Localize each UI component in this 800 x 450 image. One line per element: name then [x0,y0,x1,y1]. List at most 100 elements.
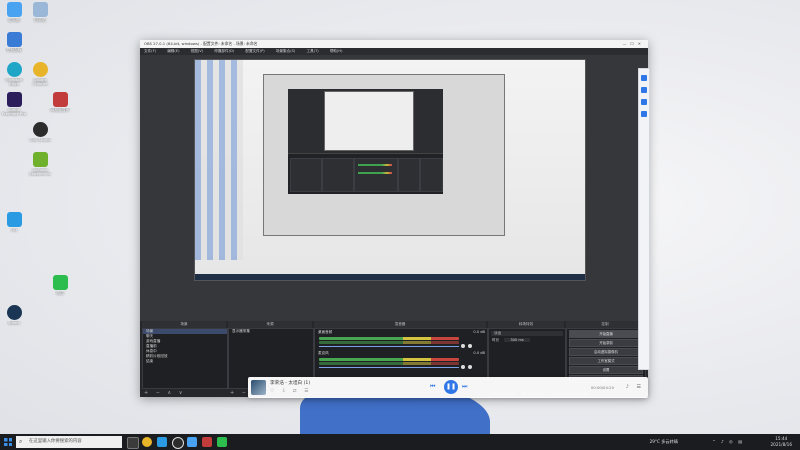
next-icon[interactable]: ⏭ [462,383,467,391]
scenes-toolbar[interactable]: + − ∧ ∨ [142,389,228,397]
transition-select[interactable]: 淡出 [491,331,563,336]
desktop-icon-control-panel[interactable]: 控制面板 [0,32,28,58]
nested-obs-window [288,89,443,194]
settings-button[interactable]: 设置 [569,366,643,374]
search-icon: ⌕ [19,438,23,445]
desktop-icon-chrome[interactable]: Google Chrome [26,62,54,88]
duration-label: 时长 [492,338,500,342]
desktop-icon-recycle[interactable]: 回收站 [26,2,54,28]
mixer-channel-name: 桌面音频 [318,330,333,334]
windows-taskbar: ⌕ 在这里输入你要搜索的内容 29°C 多云转晴 ⌃ ♪ ◎ ▤ 15:44 2… [0,434,800,450]
menu-scene-collection[interactable]: 场景集合(S) [276,49,295,53]
song-actions[interactable]: ♡ ⇩ ⇄ ☰ [270,389,311,394]
desktop-icon-obs[interactable]: OBS Studio [26,122,54,148]
toolbar-button-icon[interactable] [641,99,647,105]
premiere-icon [6,92,22,107]
preview-canvas [194,59,586,281]
album-cover[interactable] [251,380,266,395]
playback-time: 00:00/04:20 [590,385,614,390]
nested-docks [288,153,443,194]
menu-edit[interactable]: 编辑(E) [167,49,179,53]
clock-date: 2021/8/16 [770,441,792,447]
toolbar-button-icon[interactable] [641,111,647,117]
music-taskbar-icon[interactable] [202,437,212,447]
playlist-icon[interactable]: ♪ ☰ [626,384,644,390]
mute-icon[interactable] [461,344,465,348]
chrome-icon [32,62,48,77]
gear-icon[interactable] [468,344,472,348]
toolbar-button-icon[interactable] [641,75,647,81]
desktop-icon-this-pc[interactable]: 此电脑 [0,2,28,28]
transition-duration: 时长 300 ms [489,338,565,343]
transitions-dock-title: 转场特效 [488,321,564,328]
scene-item[interactable]: 结束 [143,359,227,364]
studio-mode-button[interactable]: 工作室模式 [569,357,643,365]
search-placeholder: 在这里输入你要搜索的内容 [29,439,82,444]
music-app-icon [52,92,68,107]
edge-icon [6,62,22,77]
desktop-icon-wechat[interactable]: 微信 [46,275,74,301]
desktop-icon-netease-music[interactable]: 网易云音乐 [46,92,74,118]
audio-meter [319,362,459,365]
menu-tools[interactable]: 工具(T) [307,49,319,53]
scenes-list: 场景 聊天 游戏直播 直播前 休息中 精彩片段回放 结束 [142,328,228,389]
menu-help[interactable]: 帮助(H) [330,49,343,53]
desktop-icon-area: 此电脑 回收站 控制面板 Microsoft Edge Adobe Premie… [0,0,74,434]
desktop-icon-edge[interactable]: Microsoft Edge [0,62,28,88]
chrome-taskbar-icon[interactable] [142,437,152,447]
virtual-camera-button[interactable]: 启动虚拟摄像机 [569,348,643,356]
window-controls[interactable]: —☐✕ [623,40,645,48]
gear-icon[interactable] [468,365,472,369]
obs-taskbar-icon[interactable] [172,437,184,449]
audio-meter [319,341,459,344]
duration-input[interactable]: 300 ms [504,338,530,342]
mixer-dock-title: 混音器 [314,321,486,328]
obs-titlebar[interactable]: OBS 27.0.1 (64-bit, windows) - 配置文件: 未命名… [140,40,648,48]
weather-widget[interactable]: 29°C 多云转晴 [650,439,678,445]
menu-profile[interactable]: 配置文件(P) [245,49,264,53]
scenes-dock-title: 场景 [142,321,226,328]
edge-taskbar-icon[interactable] [157,437,167,447]
steam-icon [6,305,22,320]
taskbar-clock[interactable]: 15:44 2021/8/16 [771,436,792,447]
obs-preview[interactable] [140,55,648,321]
taskbar-search-box[interactable]: ⌕ 在这里输入你要搜索的内容 [16,436,122,448]
mixer-channel-db: 0.0 dB [473,330,485,334]
toolbar-button-icon[interactable] [641,87,647,93]
tray-icons[interactable]: ⌃ ♪ ◎ ▤ [712,439,744,444]
mute-icon[interactable] [461,365,465,369]
start-streaming-button[interactable]: 开始直播 [569,330,643,338]
desktop-icon-premiere[interactable]: Adobe Premiere Pro [0,92,28,118]
menu-file[interactable]: 文件(F) [144,49,156,53]
nested-canvas [324,91,414,151]
previous-icon[interactable]: ⏮ [430,383,435,391]
start-recording-button[interactable]: 开始录制 [569,339,643,347]
volume-slider[interactable] [319,367,459,368]
recycle-bin-icon [32,2,48,17]
control-panel-icon [6,32,22,47]
wechat-taskbar-icon[interactable] [217,437,227,447]
start-icon[interactable] [4,438,12,446]
side-toolbar [638,68,650,370]
computer-icon [6,2,22,17]
controls-dock-title: 控制 [566,321,644,328]
mixer-channel-name: 麦克风 [318,351,329,355]
task-view-icon[interactable] [127,437,139,449]
desktop-icon-steam[interactable]: Steam [0,305,28,331]
qq-icon [6,212,22,227]
captured-desktop-icons [195,60,243,260]
menu-docks[interactable]: 停靠部件(D) [214,49,234,53]
source-item[interactable]: 显示器采集 [229,329,313,334]
desktop-icon-qq[interactable]: QQ [0,212,28,238]
audio-meter [319,358,459,361]
explorer-taskbar-icon[interactable] [187,437,197,447]
sources-dock-title: 来源 [228,321,312,328]
pause-icon[interactable]: ❚❚ [444,380,458,394]
obs-menubar: 文件(F) 编辑(E) 视图(V) 停靠部件(D) 配置文件(P) 场景集合(S… [140,48,648,55]
volume-slider[interactable] [319,346,459,347]
obs-window[interactable]: OBS 27.0.1 (64-bit, windows) - 配置文件: 未命名… [140,40,648,397]
geforce-icon [32,152,48,167]
menu-view[interactable]: 视图(V) [191,49,203,53]
desktop-icon-geforce[interactable]: GeForce Experience [26,152,54,178]
captured-taskbar [195,274,585,280]
